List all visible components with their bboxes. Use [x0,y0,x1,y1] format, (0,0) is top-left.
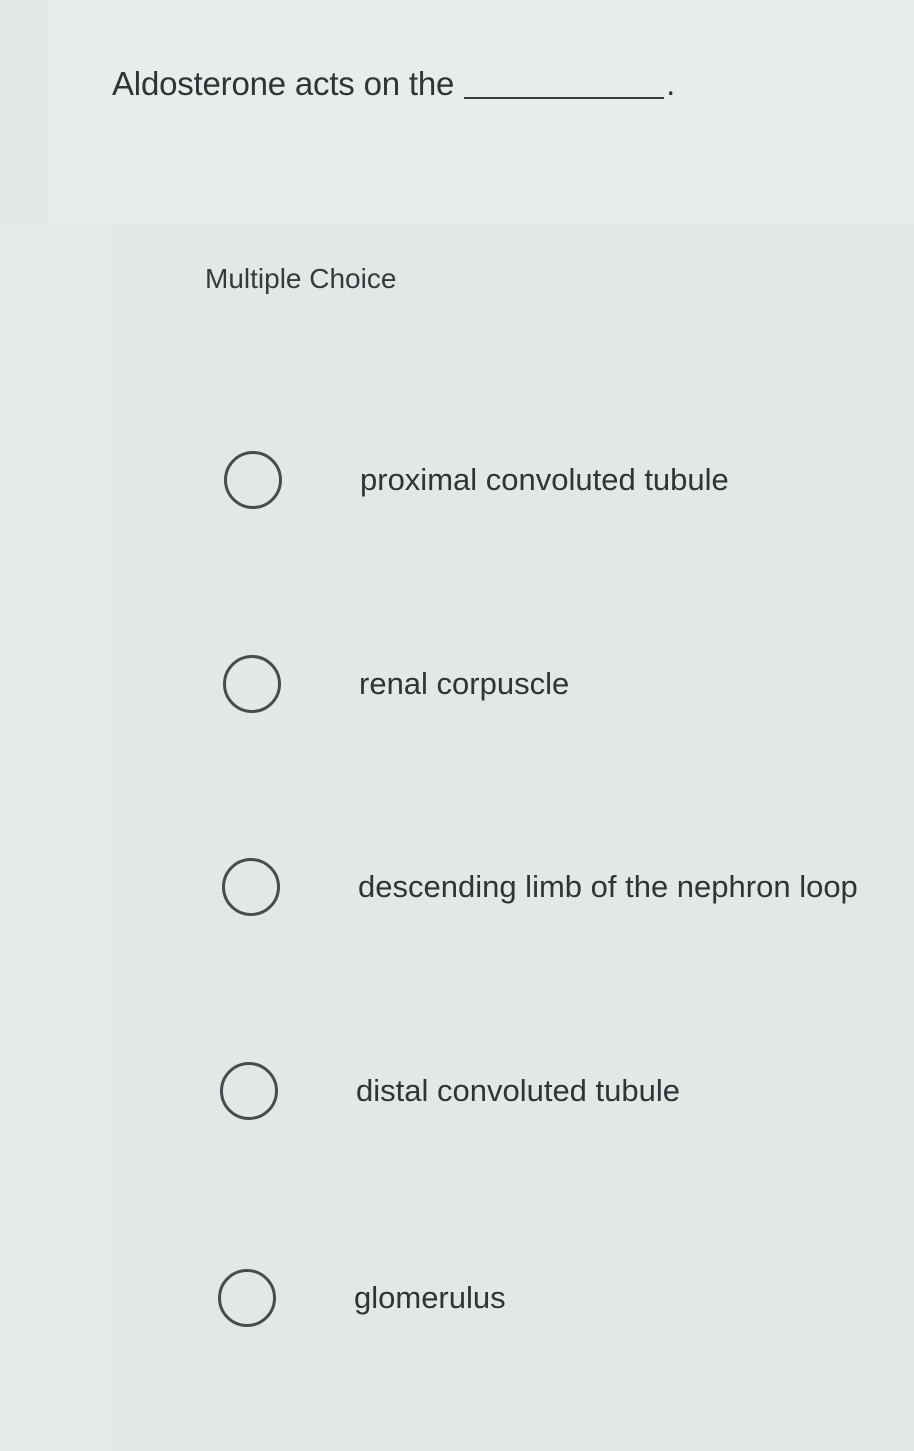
choice-option[interactable]: renal corpuscle [223,644,913,724]
choice-label[interactable]: proximal convoluted tubule [360,461,729,499]
choice-label[interactable]: renal corpuscle [359,665,569,703]
choice-option[interactable]: distal convoluted tubule [220,1051,910,1131]
radio-button-icon[interactable] [223,655,281,713]
choice-list: proximal convoluted tubule renal corpusc… [0,0,914,1451]
radio-button-icon[interactable] [220,1062,278,1120]
choice-option[interactable]: descending limb of the nephron loop [222,847,912,927]
choice-label[interactable]: glomerulus [354,1279,506,1317]
choice-label[interactable]: descending limb of the nephron loop [358,868,858,906]
radio-button-icon[interactable] [222,858,280,916]
choice-option[interactable]: proximal convoluted tubule [224,440,914,520]
radio-button-icon[interactable] [218,1269,276,1327]
choice-option[interactable]: glomerulus [218,1258,908,1338]
choice-label[interactable]: distal convoluted tubule [356,1072,680,1110]
radio-button-icon[interactable] [224,451,282,509]
